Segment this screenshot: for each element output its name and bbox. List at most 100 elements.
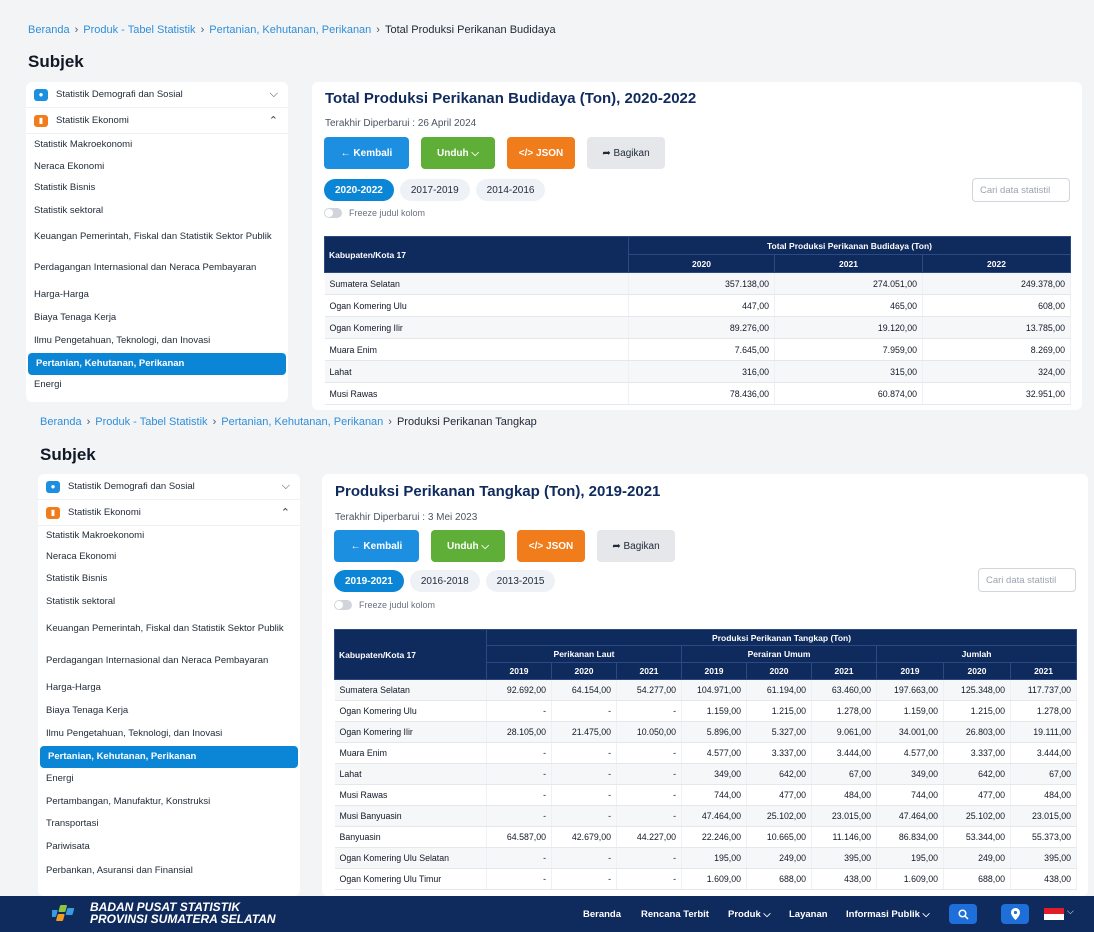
- sidebar-item[interactable]: Statistik Makroekonomi: [38, 526, 300, 547]
- range-tab[interactable]: 2014-2016: [475, 179, 546, 201]
- chevron-down-icon[interactable]: ⌵: [282, 480, 290, 493]
- table-row: Lahat 316,00 315,00 324,00: [324, 360, 1071, 383]
- toggle-switch[interactable]: [324, 208, 342, 218]
- sidebar-item[interactable]: Pariwisata: [38, 836, 300, 859]
- value-cell: 64.587,00: [486, 826, 552, 848]
- sidebar-item[interactable]: Statistik Makroekonomi: [26, 134, 288, 157]
- sidebar-item[interactable]: Keuangan Pemerintah, Fiskal dan Statisti…: [26, 222, 288, 252]
- chevron-down-icon[interactable]: ⌵: [1067, 906, 1074, 917]
- breadcrumb-home[interactable]: Beranda: [40, 416, 82, 428]
- sidebar-item[interactable]: Statistik Bisnis: [38, 568, 300, 591]
- sidebar-item[interactable]: Ilmu Pengetahuan, Teknologi, dan Inovasi: [26, 330, 288, 353]
- sidebar-item[interactable]: Perdagangan Internasional dan Neraca Pem…: [38, 645, 300, 677]
- value-cell: -: [616, 700, 682, 722]
- download-button[interactable]: Unduh ⌵: [421, 137, 495, 169]
- freeze-toggle[interactable]: Freeze judul kolom: [334, 600, 435, 610]
- download-button[interactable]: Unduh ⌵: [431, 530, 505, 562]
- nav-layanan[interactable]: Layanan: [789, 896, 828, 932]
- value-cell: 1.215,00: [746, 700, 812, 722]
- range-tab[interactable]: 2017-2019: [399, 179, 470, 201]
- back-button[interactable]: ← Kembali: [324, 137, 409, 169]
- value-cell: 357.138,00: [628, 272, 775, 295]
- range-tab-active[interactable]: 2020-2022: [324, 179, 394, 201]
- value-cell: 92.692,00: [486, 679, 552, 701]
- toggle-switch[interactable]: [334, 600, 352, 610]
- category-demografi[interactable]: ● Statistik Demografi dan Sosial ⌵: [38, 474, 300, 500]
- value-cell: 3.444,00: [811, 742, 877, 764]
- sidebar-item[interactable]: Ilmu Pengetahuan, Teknologi, dan Inovasi: [38, 723, 300, 746]
- table-row: Sumatera Selatan 92.692,00 64.154,00 54.277…: [334, 679, 1078, 701]
- sidebar-item[interactable]: Harga-Harga: [38, 677, 300, 700]
- nav-informasi-publik[interactable]: Informasi Publik ⌵: [846, 896, 930, 932]
- share-button[interactable]: ➦ Bagikan: [587, 137, 665, 169]
- search-input[interactable]: Cari data statistil: [978, 568, 1076, 592]
- nav-beranda[interactable]: Beranda: [583, 896, 621, 932]
- range-tab[interactable]: 2016-2018: [409, 570, 480, 592]
- year-header: 2019: [486, 662, 552, 680]
- breadcrumb-products[interactable]: Produk - Tabel Statistik: [95, 416, 207, 428]
- region-cell: Sumatera Selatan: [324, 272, 629, 295]
- year-header: 2021: [811, 662, 877, 680]
- value-cell: 1.278,00: [811, 700, 877, 722]
- category-demografi[interactable]: ● Statistik Demografi dan Sosial ⌵: [26, 82, 288, 108]
- chevron-down-icon[interactable]: ⌵: [270, 88, 278, 101]
- sidebar-item[interactable]: Transportasi: [38, 813, 300, 836]
- category-ekonomi[interactable]: ▮ Statistik Ekonomi ⌃: [38, 500, 300, 526]
- sidebar-item[interactable]: Harga-Harga: [26, 284, 288, 307]
- sidebar-item[interactable]: Neraca Ekonomi: [38, 547, 300, 568]
- value-cell: 23.015,00: [811, 805, 877, 827]
- range-tab[interactable]: 2013-2015: [485, 570, 556, 592]
- value-cell: -: [616, 847, 682, 869]
- brand-line-2: PROVINSI SUMATERA SELATAN: [90, 912, 276, 926]
- table-row: Muara Enim 7.645,00 7.959,00 8.269,00: [324, 338, 1071, 361]
- sidebar-item[interactable]: Statistik sektoral: [26, 200, 288, 222]
- value-cell: 10.050,00: [616, 721, 682, 743]
- sidebar-item[interactable]: Keuangan Pemerintah, Fiskal dan Statisti…: [38, 613, 300, 645]
- sidebar-item[interactable]: Pertambangan, Manufaktur, Konstruksi: [38, 791, 300, 813]
- breadcrumb-subject[interactable]: Pertanian, Kehutanan, Perikanan: [221, 416, 383, 428]
- table-panel: Produksi Perikanan Tangkap (Ton), 2019-2…: [322, 474, 1088, 896]
- share-button[interactable]: ➦ Bagikan: [597, 530, 675, 562]
- sidebar-item[interactable]: Energi: [26, 375, 288, 395]
- year-header: 2022: [922, 254, 1071, 273]
- value-cell: 10.665,00: [746, 826, 812, 848]
- breadcrumb-separator: ›: [376, 24, 380, 36]
- sidebar-item[interactable]: Neraca Ekonomi: [26, 157, 288, 177]
- breadcrumb-products[interactable]: Produk - Tabel Statistik: [83, 24, 195, 36]
- range-tab-active[interactable]: 2019-2021: [334, 570, 404, 592]
- sidebar-item[interactable]: Perbankan, Asuransi dan Finansial: [38, 859, 300, 883]
- value-cell: 26.803,00: [943, 721, 1011, 743]
- sidebar-item[interactable]: Biaya Tenaga Kerja: [38, 700, 300, 723]
- freeze-toggle[interactable]: Freeze judul kolom: [324, 208, 425, 218]
- chevron-up-icon[interactable]: ⌃: [269, 114, 278, 127]
- category-ekonomi[interactable]: ▮ Statistik Ekonomi ⌃: [26, 108, 288, 134]
- flag-id-icon[interactable]: [1044, 908, 1064, 920]
- breadcrumb-home[interactable]: Beranda: [28, 24, 70, 36]
- category-label: Statistik Demografi dan Sosial: [56, 89, 183, 100]
- table-row: Ogan Komering Ilir 89.276,00 19.120,00 13.7…: [324, 316, 1071, 339]
- sidebar-item[interactable]: Statistik Bisnis: [26, 177, 288, 200]
- table-row: Musi Rawas - - -744,00 477,00 484,00 744,00 477…: [334, 784, 1078, 806]
- nav-rencana-terbit[interactable]: Rencana Terbit: [641, 896, 709, 932]
- breadcrumb-subject[interactable]: Pertanian, Kehutanan, Perikanan: [209, 24, 371, 36]
- location-icon[interactable]: [1001, 904, 1029, 924]
- sidebar-item[interactable]: Perdagangan Internasional dan Neraca Pem…: [26, 252, 288, 284]
- sidebar-item[interactable]: Pertanian, Kehutanan, Perikanan: [28, 353, 286, 375]
- nav-produk[interactable]: Produk ⌵: [728, 896, 771, 932]
- value-cell: -: [486, 742, 552, 764]
- json-button[interactable]: </> JSON: [507, 137, 575, 169]
- json-button[interactable]: </> JSON: [517, 530, 585, 562]
- search-input[interactable]: Cari data statistil: [972, 178, 1070, 202]
- sidebar-item[interactable]: Energi: [38, 768, 300, 791]
- value-cell: 7.645,00: [628, 338, 775, 361]
- search-icon[interactable]: [949, 904, 977, 924]
- chevron-up-icon[interactable]: ⌃: [281, 506, 290, 519]
- brand-name[interactable]: BADAN PUSAT STATISTIK PROVINSI SUMATERA …: [90, 901, 276, 925]
- sidebar-item[interactable]: Biaya Tenaga Kerja: [26, 307, 288, 330]
- value-cell: -: [486, 847, 552, 869]
- sidebar-item[interactable]: Statistik sektoral: [38, 591, 300, 613]
- back-button[interactable]: ← Kembali: [334, 530, 419, 562]
- sidebar-item[interactable]: Pertanian, Kehutanan, Perikanan: [40, 746, 298, 768]
- year-header: 2021: [1009, 662, 1078, 680]
- table-row: Ogan Komering Ulu - - -1.159,00 1.215,00 1.27…: [334, 700, 1078, 722]
